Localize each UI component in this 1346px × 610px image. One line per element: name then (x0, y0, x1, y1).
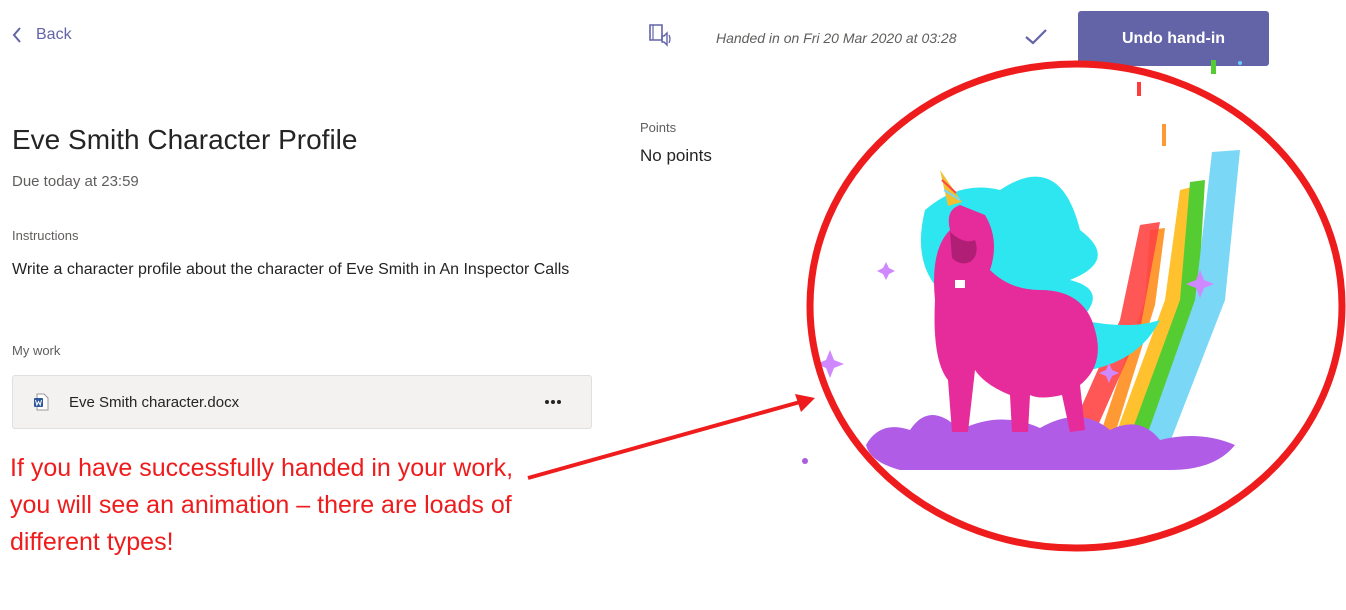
instructions-text: Write a character profile about the char… (12, 261, 570, 278)
annotation-text: If you have successfully handed in your … (10, 454, 514, 556)
word-doc-icon (34, 393, 49, 411)
annotation-highlight (527, 60, 1346, 552)
points-value: No points (640, 146, 712, 165)
attachment-name: Eve Smith character.docx (69, 393, 240, 411)
unicorn-celebration-animation (802, 60, 1242, 470)
back-link[interactable]: Back (12, 26, 72, 44)
immersive-reader-icon[interactable] (648, 22, 672, 48)
more-options-icon (545, 400, 561, 404)
my-work-label: My work (12, 343, 61, 358)
handed-in-status: Handed in on Fri 20 Mar 2020 at 03:28 (716, 30, 957, 46)
checkmark-icon (1025, 29, 1047, 45)
assignment-page: Back Eve Smith Character Profile Due tod… (0, 0, 1346, 610)
instructions-label: Instructions (12, 228, 79, 243)
due-date: Due today at 23:59 (12, 173, 139, 190)
undo-hand-in-button[interactable]: Undo hand-in (1078, 11, 1269, 66)
chevron-left-icon (12, 27, 21, 43)
more-options-button[interactable] (533, 382, 573, 422)
back-label: Back (36, 26, 72, 43)
points-label: Points (640, 120, 677, 135)
red-arrow-head (795, 394, 815, 412)
red-highlight-circle (806, 60, 1346, 552)
attachment-item[interactable]: Eve Smith character.docx (12, 375, 592, 429)
page-title: Eve Smith Character Profile (12, 124, 358, 155)
